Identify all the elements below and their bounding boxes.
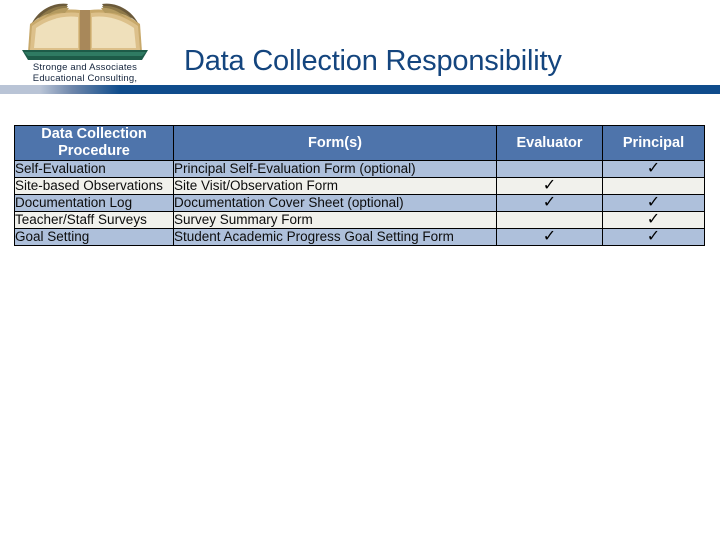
cell-procedure: Teacher/Staff Surveys bbox=[14, 211, 174, 229]
cell-forms: Principal Self-Evaluation Form (optional… bbox=[173, 160, 497, 178]
table-row: Teacher/Staff Surveys Survey Summary For… bbox=[14, 211, 705, 229]
check-icon: ✓ bbox=[542, 194, 557, 211]
table-row: Self-Evaluation Principal Self-Evaluatio… bbox=[14, 160, 705, 178]
table-header-row: Data Collection Procedure Form(s) Evalua… bbox=[14, 125, 705, 161]
cell-procedure: Site-based Observations bbox=[14, 177, 174, 195]
cell-principal-check bbox=[602, 177, 705, 195]
cell-forms: Survey Summary Form bbox=[173, 211, 497, 229]
cell-evaluator-check: ✓ bbox=[496, 194, 603, 212]
check-icon: ✓ bbox=[542, 228, 557, 245]
column-header-forms: Form(s) bbox=[173, 125, 497, 161]
cell-procedure: Self-Evaluation bbox=[14, 160, 174, 178]
table-header: Data Collection Procedure Form(s) Evalua… bbox=[14, 125, 705, 161]
table-row: Documentation Log Documentation Cover Sh… bbox=[14, 194, 705, 212]
cell-principal-check: ✓ bbox=[602, 211, 705, 229]
cell-procedure: Documentation Log bbox=[14, 194, 174, 212]
table-body: Self-Evaluation Principal Self-Evaluatio… bbox=[14, 160, 705, 246]
cell-forms: Student Academic Progress Goal Setting F… bbox=[173, 228, 497, 246]
table-row: Goal Setting Student Academic Progress G… bbox=[14, 228, 705, 246]
cell-principal-check: ✓ bbox=[602, 228, 705, 246]
check-icon: ✓ bbox=[646, 160, 661, 177]
table-row: Site-based Observations Site Visit/Obser… bbox=[14, 177, 705, 195]
check-icon: ✓ bbox=[646, 228, 661, 245]
slide-header: Stronge and Associates Educational Consu… bbox=[0, 0, 720, 98]
brand-line-1: Stronge and Associates bbox=[32, 62, 138, 73]
column-header-evaluator: Evaluator bbox=[496, 125, 603, 161]
brand-line-2: Educational Consulting, bbox=[32, 73, 138, 84]
cell-forms: Site Visit/Observation Form bbox=[173, 177, 497, 195]
check-icon: ✓ bbox=[646, 194, 661, 211]
cell-evaluator-check bbox=[496, 211, 603, 229]
cell-principal-check: ✓ bbox=[602, 194, 705, 212]
check-icon: ✓ bbox=[542, 177, 557, 194]
open-book-icon bbox=[22, 3, 148, 60]
page-title: Data Collection Responsibility bbox=[184, 45, 562, 77]
brand-logo: Stronge and Associates Educational Consu… bbox=[14, 2, 156, 95]
cell-procedure: Goal Setting bbox=[14, 228, 174, 246]
cell-evaluator-check: ✓ bbox=[496, 228, 603, 246]
cell-evaluator-check: ✓ bbox=[496, 177, 603, 195]
cell-evaluator-check bbox=[496, 160, 603, 178]
cell-forms: Documentation Cover Sheet (optional) bbox=[173, 194, 497, 212]
column-header-principal: Principal bbox=[602, 125, 705, 161]
column-header-procedure: Data Collection Procedure bbox=[14, 125, 174, 161]
check-icon: ✓ bbox=[646, 211, 661, 228]
title-divider-bar bbox=[0, 85, 720, 94]
cell-principal-check: ✓ bbox=[602, 160, 705, 178]
data-collection-responsibility-table: Data Collection Procedure Form(s) Evalua… bbox=[14, 125, 705, 246]
